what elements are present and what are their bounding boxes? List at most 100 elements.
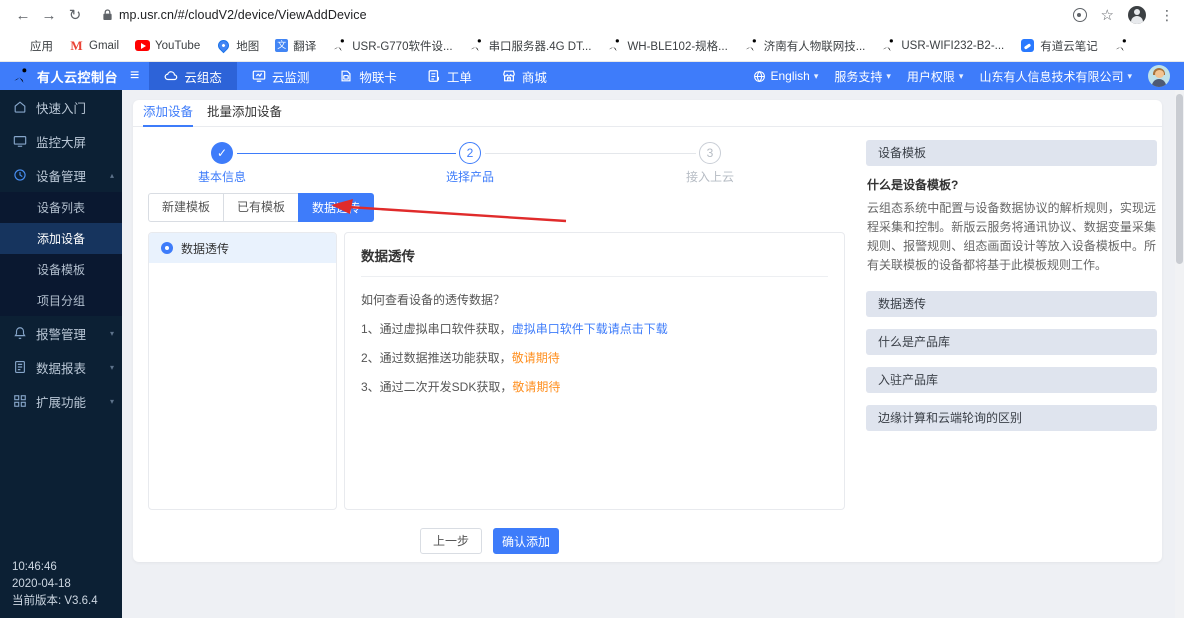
user-avatar[interactable] (1148, 65, 1170, 87)
bookmark-usr-wifi232[interactable]: USR-WIFI232-B2-... (881, 38, 1004, 53)
app-header: 有人云控制台 ≡ 云组态 云监测 物联卡 工单 商城 English ▾ (0, 62, 1184, 90)
hamburger-menu-icon[interactable]: ≡ (128, 62, 149, 90)
step-connector-done (237, 153, 456, 154)
tab-data-passthrough[interactable]: 数据透传 (298, 193, 374, 222)
bookmark-label: Gmail (89, 40, 119, 52)
support-menu[interactable]: 服务支持 ▾ (834, 68, 891, 85)
usr-runner-icon (607, 38, 622, 53)
sidebar-item-data-report[interactable]: 数据报表 ▾ (0, 350, 122, 384)
sidebar-item-dashboard[interactable]: 监控大屏 (0, 124, 122, 158)
tab-existing-template[interactable]: 已有模板 (223, 193, 299, 222)
sidebar-footer: 10:46:46 2020-04-18 当前版本: V3.6.4 (12, 559, 98, 610)
sim-card-icon (339, 69, 353, 83)
sidebar-item-add-device[interactable]: 添加设备 (0, 223, 122, 254)
bookmark-maps[interactable]: 地图 (216, 38, 259, 54)
bookmark-label: 有道云笔记 (1040, 38, 1098, 54)
page-tabs: 添加设备 批量添加设备 (133, 100, 1162, 127)
bookmark-translate[interactable]: 文 翻译 (275, 38, 316, 54)
forward-icon[interactable]: → (36, 7, 62, 24)
bookmark-youtube[interactable]: YouTube (135, 38, 200, 53)
line-text: 2、通过数据推送功能获取， (361, 351, 512, 365)
help-section-body: 什么是设备模板? 云组态系统中配置与设备数据协议的解析规则，实现远程采集和控制。… (866, 176, 1157, 275)
nav-label: 云组态 (184, 67, 222, 86)
bookmark-usr-g770[interactable]: USR-G770软件设... (332, 38, 452, 54)
browser-menu-icon[interactable]: ⋮ (1160, 7, 1174, 24)
bookmark-wh-ble102[interactable]: WH-BLE102-规格... (607, 38, 727, 54)
version-text: 当前版本: V3.6.4 (12, 593, 98, 610)
sidebar-item-device-template[interactable]: 设备模板 (0, 254, 122, 285)
help-column: 设备模板 什么是设备模板? 云组态系统中配置与设备数据协议的解析规则，实现远程采… (866, 140, 1157, 443)
chevron-down-icon: ▾ (814, 71, 819, 82)
help-section-join-product-library[interactable]: 入驻产品库 (866, 367, 1157, 393)
sidebar-item-quickstart[interactable]: 快速入门 (0, 90, 122, 124)
language-selector[interactable]: English ▾ (753, 69, 818, 83)
content-question: 如何查看设备的透传数据？ (361, 291, 828, 309)
bookmark-star-icon[interactable]: ☆ (1101, 6, 1114, 24)
tab-batch-add-device[interactable]: 批量添加设备 (207, 100, 282, 127)
help-section-data-passthrough[interactable]: 数据透传 (866, 291, 1157, 317)
nav-iot-card[interactable]: 物联卡 (324, 62, 412, 90)
page-scrollbar[interactable] (1175, 90, 1184, 618)
scrollbar-thumb[interactable] (1176, 94, 1183, 264)
sidebar-item-extensions[interactable]: 扩展功能 ▾ (0, 384, 122, 418)
language-icon (753, 70, 766, 83)
bookmark-gmail[interactable]: M Gmail (69, 38, 119, 53)
nav-cloud-monitor[interactable]: 云监测 (237, 62, 325, 90)
help-section-edge-vs-cloud-polling[interactable]: 边缘计算和云端轮询的区别 (866, 405, 1157, 431)
line-text: 1、通过虚拟串口软件获取， (361, 322, 512, 336)
usr-runner-icon (469, 38, 484, 53)
main-content: 添加设备 批量添加设备 ✓ 2 3 基本信息 选择产品 接入上云 新建模板 已有… (122, 90, 1184, 618)
template-tabs: 新建模板 已有模板 数据透传 (148, 193, 374, 222)
bookmark-label: 地图 (236, 38, 259, 54)
refresh-icon[interactable]: ↻ (62, 6, 88, 24)
add-device-card: 添加设备 批量添加设备 ✓ 2 3 基本信息 选择产品 接入上云 新建模板 已有… (133, 100, 1162, 562)
bookmark-apps[interactable]: 应用 (10, 38, 53, 54)
url-text[interactable]: mp.usr.cn/#/cloudV2/device/ViewAddDevice (119, 8, 367, 22)
nav-work-order[interactable]: 工单 (412, 62, 487, 90)
bookmark-jinan-usr[interactable]: 济南有人物联网技... (744, 38, 866, 54)
send-to-device-icon[interactable] (1073, 8, 1087, 22)
radio-selected-icon (161, 242, 173, 254)
nav-label: 云监测 (272, 67, 310, 86)
bookmark-label: 应用 (30, 38, 53, 54)
permission-menu[interactable]: 用户权限 ▾ (907, 68, 964, 85)
monitor-icon (252, 69, 266, 83)
tab-new-template[interactable]: 新建模板 (148, 193, 224, 222)
confirm-add-button[interactable]: 确认添加 (493, 528, 559, 554)
usr-logo-icon (12, 67, 30, 85)
help-question: 什么是设备模板? (867, 176, 1156, 193)
sidebar-item-project-group[interactable]: 项目分组 (0, 285, 122, 316)
help-section-device-template[interactable]: 设备模板 (866, 140, 1157, 166)
step-2-label: 选择产品 (420, 168, 520, 185)
bookmark-usr-unnamed[interactable] (1114, 38, 1129, 53)
sidebar-label: 监控大屏 (36, 132, 86, 151)
back-icon[interactable]: ← (10, 7, 36, 24)
company-menu[interactable]: 山东有人信息技术有限公司 ▾ (979, 68, 1132, 85)
nav-cloud-scada[interactable]: 云组态 (149, 62, 237, 90)
sidebar-label: 数据报表 (36, 358, 86, 377)
header-right: English ▾ 服务支持 ▾ 用户权限 ▾ 山东有人信息技术有限公司 ▾ (753, 62, 1184, 90)
sidebar-item-alarm-management[interactable]: 报警管理 ▾ (0, 316, 122, 350)
brand[interactable]: 有人云控制台 (0, 62, 128, 90)
download-link[interactable]: 虚拟串口软件下载请点击下载 (512, 322, 668, 336)
sidebar-item-device-management[interactable]: 设备管理 ▴ (0, 158, 122, 192)
previous-step-button[interactable]: 上一步 (420, 528, 482, 554)
help-section-what-is-product-library[interactable]: 什么是产品库 (866, 329, 1157, 355)
map-pin-icon (216, 38, 231, 53)
browser-profile-avatar[interactable] (1128, 6, 1146, 24)
passthrough-list-panel: 数据透传 (148, 232, 337, 510)
nav-mall[interactable]: 商城 (487, 62, 562, 90)
list-item-data-passthrough[interactable]: 数据透传 (149, 233, 336, 263)
tab-add-device[interactable]: 添加设备 (143, 100, 193, 127)
sidebar-item-device-list[interactable]: 设备列表 (0, 192, 122, 223)
bookmark-serial-server[interactable]: 串口服务器.4G DT... (469, 38, 592, 54)
bookmarks-bar: 应用 M Gmail YouTube 地图 文 翻译 USR-G770软件设..… (0, 30, 1184, 62)
bookmark-label: USR-G770软件设... (352, 38, 452, 54)
browser-toolbar: ← → ↻ mp.usr.cn/#/cloudV2/device/ViewAdd… (0, 0, 1184, 30)
bookmark-youdao-note[interactable]: 有道云笔记 (1020, 38, 1098, 54)
step-connector-wait (485, 153, 696, 154)
passthrough-content-panel: 数据透传 如何查看设备的透传数据？ 1、通过虚拟串口软件获取，虚拟串口软件下载请… (344, 232, 845, 510)
content-title: 数据透传 (361, 245, 828, 277)
device-management-icon (13, 168, 27, 182)
brand-name: 有人云控制台 (37, 67, 118, 86)
